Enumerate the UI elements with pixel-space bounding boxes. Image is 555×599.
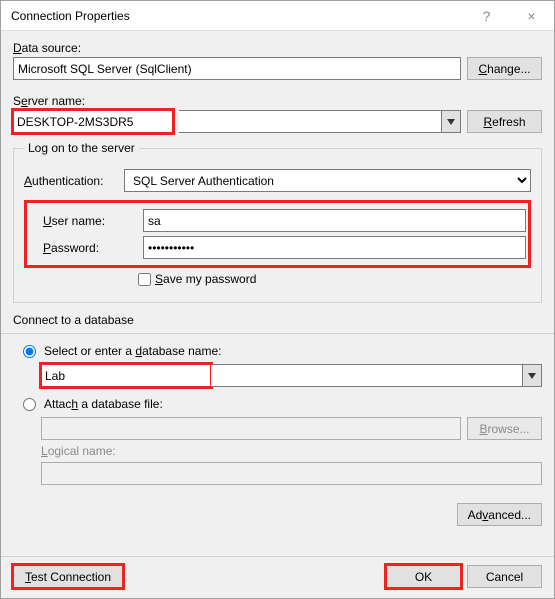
advanced-button[interactable]: Advanced... xyxy=(457,503,542,526)
divider xyxy=(1,333,554,334)
attach-db-label: Attach a database file: xyxy=(44,397,163,411)
window-title: Connection Properties xyxy=(11,9,464,23)
password-input[interactable] xyxy=(143,236,526,259)
server-name-input[interactable] xyxy=(13,110,173,133)
server-name-combo-input[interactable] xyxy=(179,110,441,133)
authentication-select[interactable]: SQL Server Authentication xyxy=(124,169,531,192)
logon-legend: Log on to the server xyxy=(24,141,139,155)
change-button[interactable]: Change... xyxy=(467,57,542,80)
cancel-button[interactable]: Cancel xyxy=(467,565,542,588)
test-connection-button[interactable]: Test Connection xyxy=(13,565,123,588)
data-source-field xyxy=(13,57,461,80)
save-password-box[interactable] xyxy=(138,273,151,286)
select-db-radio[interactable] xyxy=(23,345,36,358)
username-label: User name: xyxy=(29,214,143,228)
db-name-combo-extra[interactable] xyxy=(211,364,522,387)
refresh-button[interactable]: Refresh xyxy=(467,110,542,133)
db-name-highlight xyxy=(41,364,211,387)
connection-properties-dialog: Connection Properties ? × Data source: C… xyxy=(0,0,555,599)
browse-button: Browse... xyxy=(467,417,542,440)
logical-name-label: Logical name: xyxy=(41,444,116,458)
logical-name-input xyxy=(41,462,542,485)
auth-label: Authentication: xyxy=(24,174,124,188)
help-icon[interactable]: ? xyxy=(464,1,509,31)
save-password-checkbox[interactable]: Save my password xyxy=(138,272,256,286)
server-name-dropdown-button[interactable] xyxy=(441,110,461,133)
dialog-footer: Test Connection OK Cancel xyxy=(1,557,554,598)
db-name-dropdown-button[interactable] xyxy=(522,364,542,387)
close-icon[interactable]: × xyxy=(509,1,554,31)
username-input[interactable] xyxy=(143,209,526,232)
server-name-label: Server name: xyxy=(13,94,85,108)
db-name-combo xyxy=(41,364,542,387)
password-label: Password: xyxy=(29,241,143,255)
server-name-combo-extra xyxy=(179,110,461,133)
attach-db-radio[interactable] xyxy=(23,398,36,411)
db-legend: Connect to a database xyxy=(13,313,542,327)
data-source-label: Data source: xyxy=(13,41,81,55)
ok-button[interactable]: OK xyxy=(386,565,461,588)
server-name-highlight xyxy=(13,110,173,133)
attach-path-input xyxy=(41,417,461,440)
titlebar: Connection Properties ? × xyxy=(1,1,554,31)
chevron-down-icon xyxy=(447,119,455,125)
chevron-down-icon xyxy=(528,373,536,379)
db-name-input[interactable] xyxy=(41,364,211,387)
credentials-highlight: User name: Password: xyxy=(24,200,531,268)
select-db-label: Select or enter a database name: xyxy=(44,344,221,358)
logon-group: Log on to the server Authentication: SQL… xyxy=(13,141,542,303)
